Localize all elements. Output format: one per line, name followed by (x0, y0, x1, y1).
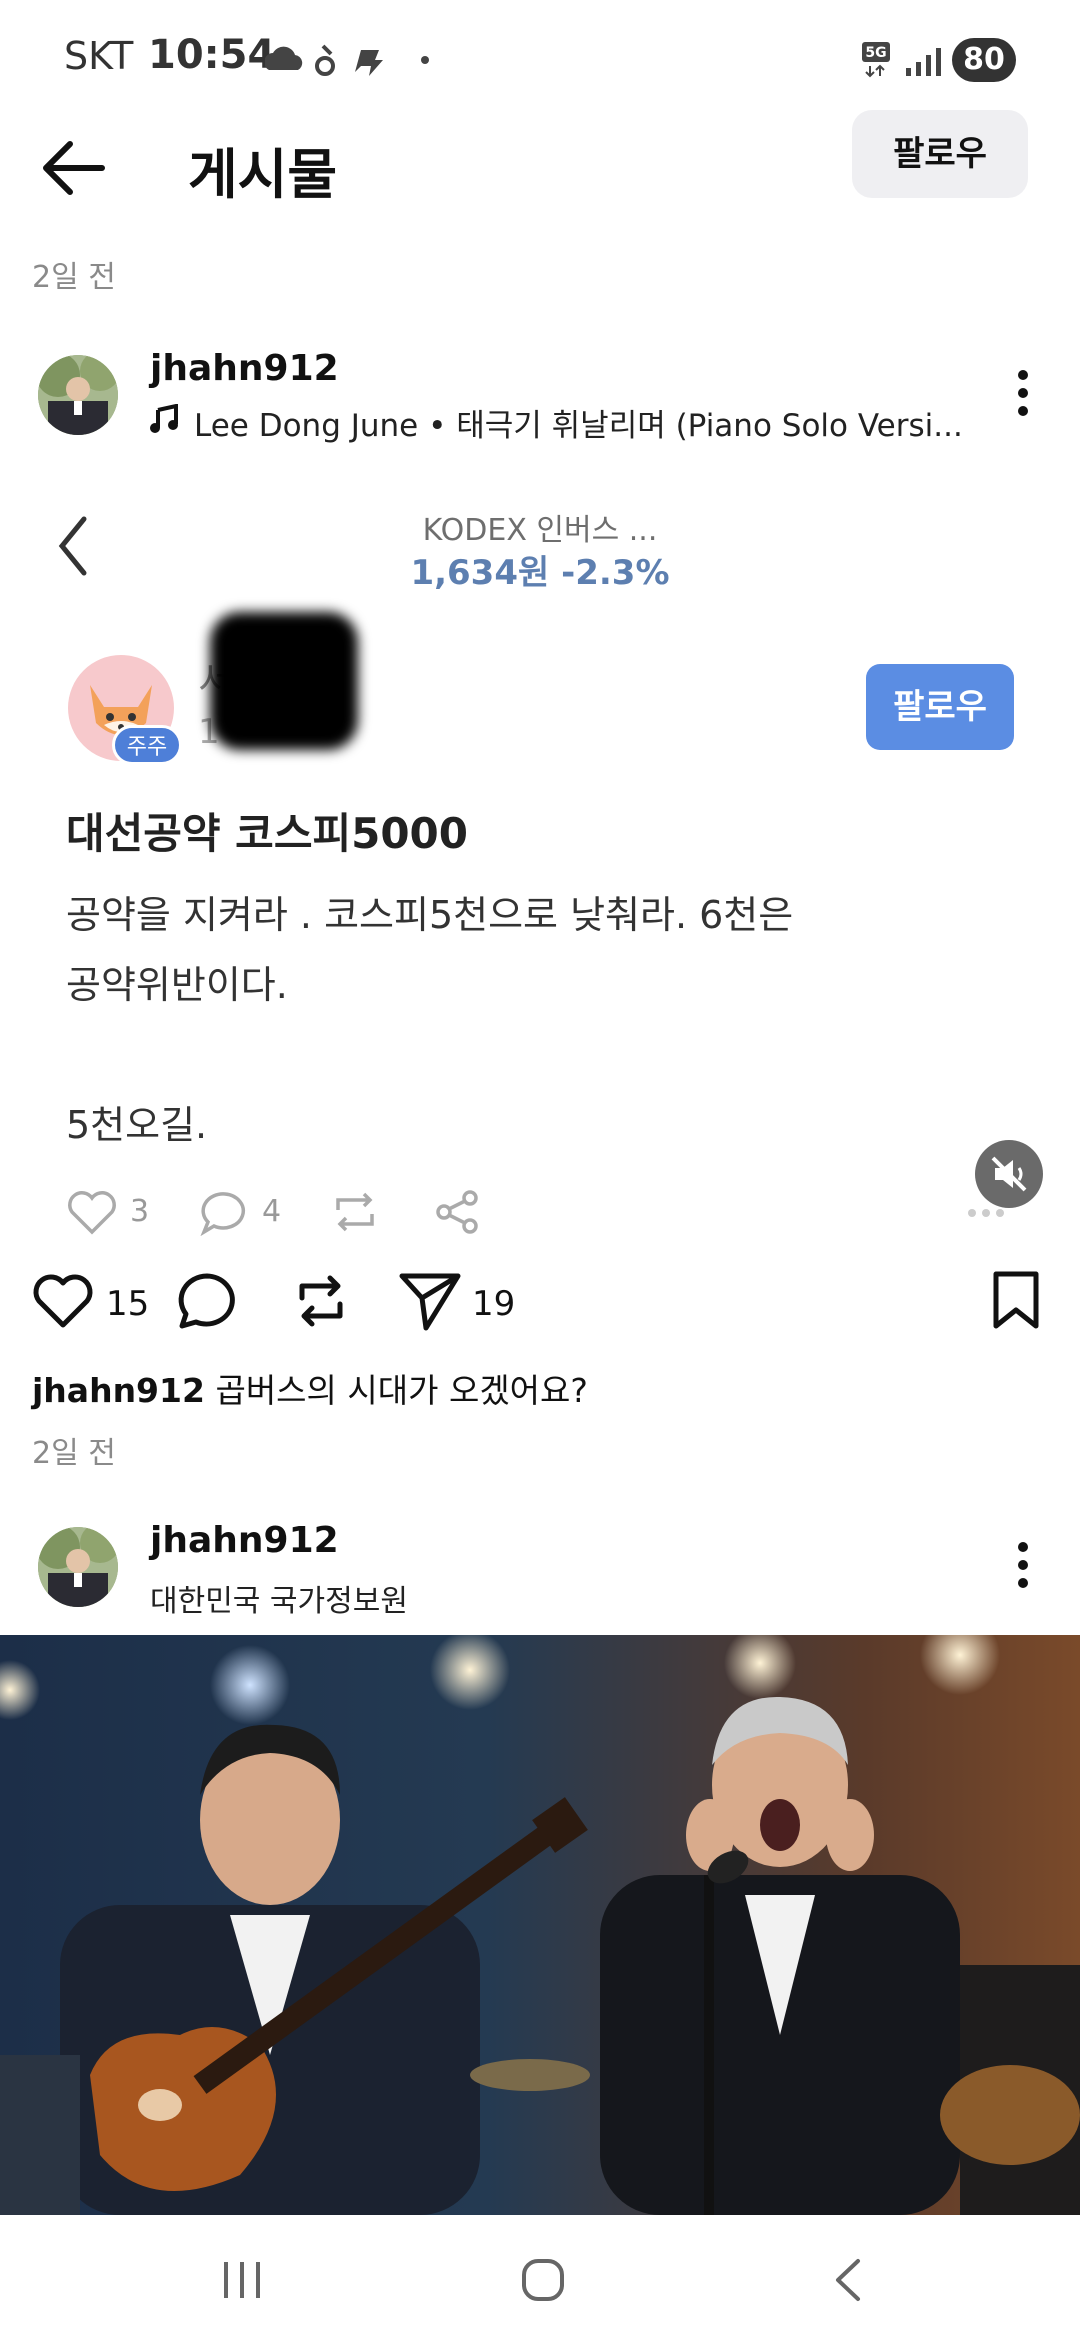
home-icon[interactable] (520, 2257, 566, 2303)
svg-text:5G: 5G (865, 45, 886, 61)
comment-icon[interactable] (176, 1272, 238, 1330)
repost-icon (336, 1192, 374, 1232)
post-time: 2일 전 (32, 260, 116, 295)
mute-button[interactable] (975, 1140, 1043, 1208)
music-track: Lee Dong June • 태극기 휘날리며 (Piano Solo Ver… (194, 408, 963, 444)
post-username[interactable]: jhahn912 (150, 348, 339, 389)
avatar[interactable] (38, 1527, 118, 1607)
back-arrow-icon[interactable] (40, 138, 106, 198)
share-icon (436, 1190, 478, 1234)
page-title: 게시물 (188, 143, 338, 206)
post-location[interactable]: 대한민국 국가정보원 (150, 1576, 408, 1620)
post-image[interactable] (0, 1635, 1080, 2215)
bookmark-icon[interactable] (990, 1270, 1042, 1332)
notification-icons (265, 44, 429, 76)
embed-post-title: 대선공약 코스피5000 (66, 809, 468, 858)
more-options-icon[interactable] (1013, 1540, 1033, 1590)
send-icon[interactable] (398, 1270, 462, 1332)
avatar-photo (38, 355, 118, 435)
shareholder-badge: 주주 (112, 725, 182, 765)
stock-price: 1,634원 -2.3% (410, 553, 670, 593)
caption-time: 2일 전 (32, 1436, 116, 1471)
comment-icon (200, 1192, 246, 1236)
status-bar: SKT 10:54 5G 80 (0, 0, 1080, 120)
more-options-icon[interactable] (1013, 368, 1033, 418)
heart-icon (68, 1191, 116, 1235)
concert-photo (0, 1635, 1080, 2215)
recent-apps-icon[interactable] (220, 2260, 264, 2300)
embed-actions: 3 4 (66, 1188, 506, 1238)
clock: 10:54 (148, 32, 276, 78)
speaker-muted-icon (991, 1156, 1027, 1192)
share-count: 19 (472, 1284, 516, 1324)
repost-icon[interactable] (290, 1270, 352, 1332)
system-nav-bar (0, 2215, 1080, 2340)
battery-level: 80 (963, 42, 1005, 77)
avatar[interactable] (38, 355, 118, 435)
caption-text: 곱버스의 시대가 오겠어요? (215, 1371, 588, 1410)
redaction-block (210, 612, 358, 750)
follow-button[interactable]: 팔로우 (852, 110, 1028, 198)
avatar-photo (38, 1527, 118, 1607)
nav-back-icon[interactable] (830, 2257, 864, 2303)
battery-indicator: 80 (952, 38, 1016, 82)
embed-more-icon (968, 1209, 1004, 1217)
carrier-label: SKT (64, 34, 134, 78)
post-caption: jhahn912 곱버스의 시대가 오겠어요? (32, 1364, 588, 1412)
embed-like-count: 3 (130, 1194, 150, 1229)
like-heart-icon[interactable] (32, 1272, 94, 1330)
like-count: 15 (106, 1284, 150, 1324)
embed-follow-button: 팔로우 (866, 664, 1014, 750)
embed-comment-count: 4 (262, 1194, 282, 1229)
post-username[interactable]: jhahn912 (150, 1520, 339, 1561)
embed-post-body: 공약을 지켜라 . 코스피5천으로 낮춰라. 6천은 공약위반이다. 5천오길. (66, 893, 794, 1147)
network-5g-icon: 5G (862, 42, 941, 78)
stock-name: KODEX 인버스 ... (422, 513, 658, 548)
music-note-icon (150, 404, 178, 433)
caption-username[interactable]: jhahn912 (32, 1371, 205, 1410)
